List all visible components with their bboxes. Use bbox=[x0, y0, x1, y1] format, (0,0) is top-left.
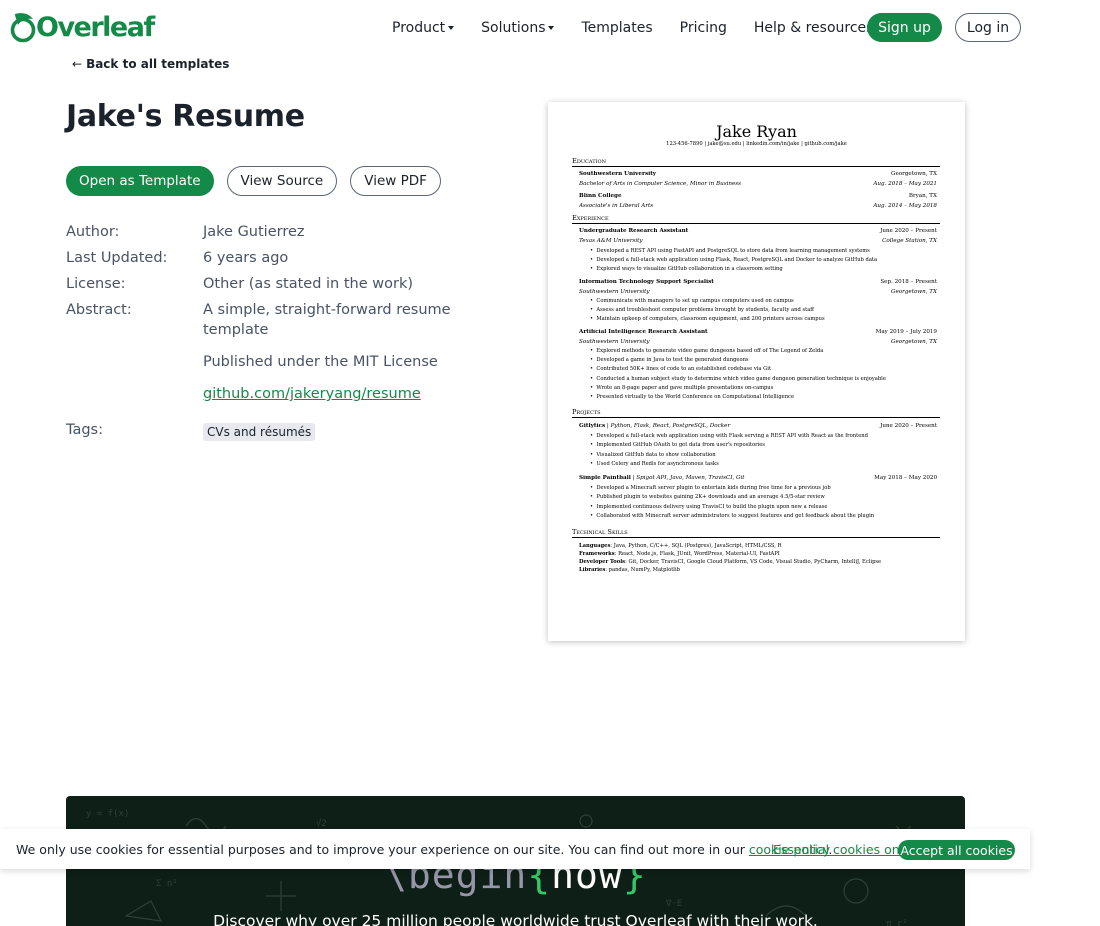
resume-edu-detail: Associate's in Liberal Arts Aug. 2014 – M… bbox=[579, 203, 937, 209]
resume-edu-row: Blinn College Bryan, TX bbox=[579, 193, 937, 199]
resume-skill-line: Languages: Java, Python, C/C++, SQL (Pos… bbox=[579, 543, 782, 549]
abstract-github-link[interactable]: github.com/jakeryang/resume bbox=[203, 386, 421, 402]
resume-bullet: • Contributed 50K+ lines of code to an e… bbox=[590, 366, 772, 372]
nav-templates[interactable]: Templates bbox=[581, 20, 652, 36]
cookie-message-text: We only use cookies for essential purpos… bbox=[16, 842, 749, 857]
resume-bullet: • Explored ways to visualize GitHub coll… bbox=[590, 266, 783, 272]
nav-pricing-label: Pricing bbox=[679, 20, 727, 36]
svg-text:∇·E: ∇·E bbox=[665, 899, 682, 909]
abstract-license-text: Published under the MIT License bbox=[203, 354, 438, 370]
resume-contact: 123-456-7890 | jake@su.edu | linkedin.co… bbox=[666, 141, 847, 147]
resume-skill-line: Developer Tools: Git, Docker, TravisCI, … bbox=[579, 559, 882, 565]
essential-cookies-link[interactable]: Essential cookies only bbox=[773, 842, 911, 857]
overleaf-wordmark: Overleaf bbox=[36, 11, 155, 43]
resume-edu-detail: Bachelor of Arts in Computer Science, Mi… bbox=[579, 181, 937, 187]
abstract-row: Abstract: A simple, straight-forward res… bbox=[66, 300, 486, 416]
open-as-template-button[interactable]: Open as Template bbox=[66, 166, 214, 196]
license-label: License: bbox=[66, 276, 126, 292]
resume-bullet: • Explored methods to generate video gam… bbox=[590, 348, 824, 354]
resume-skill-line: Frameworks: React, Node.js, Flask, JUnit… bbox=[579, 551, 780, 557]
resume-bullet: • Presented virtually to the World Confe… bbox=[590, 394, 795, 400]
page-title: Jake's Resume bbox=[66, 99, 305, 134]
resume-bullet: • Developed a full-stack web application… bbox=[590, 257, 878, 263]
accept-all-cookies-button[interactable]: Accept all cookies bbox=[898, 840, 1015, 860]
svg-text:√2: √2 bbox=[316, 818, 327, 829]
resume-section-experience: Experience bbox=[572, 214, 940, 224]
resume-bullet: • Developed a REST API using FastAPI and… bbox=[590, 248, 870, 254]
resume-bullet: • Developed a game in Java to test the g… bbox=[590, 357, 749, 363]
nav-help[interactable]: Help & resources bbox=[754, 20, 883, 36]
resume-bullet: • Communicate with managers to set up ca… bbox=[590, 298, 794, 304]
author-row: Author: Jake Gutierrez bbox=[66, 222, 486, 242]
resume-exp-row: Artificial Intelligence Research Assista… bbox=[579, 329, 937, 335]
back-link-label: Back to all templates bbox=[86, 57, 230, 71]
caret-down-icon bbox=[448, 26, 455, 30]
nav-solutions[interactable]: Solutions bbox=[481, 20, 555, 36]
nav-product[interactable]: Product bbox=[392, 20, 455, 36]
resume-name: Jake Ryan bbox=[716, 122, 797, 141]
signup-button[interactable]: Sign up bbox=[867, 13, 942, 42]
template-actions: Open as Template View Source View PDF bbox=[66, 166, 454, 196]
overleaf-logo[interactable]: Overleaf bbox=[9, 10, 155, 44]
template-metadata: Author: Jake Gutierrez Last Updated: 6 y… bbox=[66, 222, 486, 422]
resume-proj-row: Gitlytics | Python, Flask, React, Postgr… bbox=[579, 423, 937, 429]
banner-tagline: Discover why over 25 million people worl… bbox=[213, 912, 818, 926]
top-navbar: Overleaf Product Solutions Templates Pri… bbox=[0, 0, 1100, 56]
tags-row: Tags: CVs and résumés bbox=[66, 422, 316, 441]
login-button[interactable]: Log in bbox=[955, 13, 1021, 42]
license-value: Other (as stated in the work) bbox=[203, 276, 414, 292]
cookie-message: We only use cookies for essential purpos… bbox=[16, 842, 832, 857]
updated-value: 6 years ago bbox=[203, 250, 289, 266]
nav-help-label: Help & resources bbox=[753, 20, 874, 36]
nav-product-label: Product bbox=[392, 20, 446, 36]
view-source-button[interactable]: View Source bbox=[226, 166, 338, 196]
back-to-templates-link[interactable]: ← Back to all templates bbox=[72, 57, 229, 71]
abstract-value: A simple, straight-forward resume templa… bbox=[203, 300, 453, 416]
resume-bullet: • Used Celery and Redis for asynchronous… bbox=[590, 461, 719, 467]
resume-bullet: • Conducted a human subject study to det… bbox=[590, 376, 886, 382]
resume-bullet: • Developed a Minecraft server plugin to… bbox=[590, 485, 831, 491]
tags-label: Tags: bbox=[66, 422, 103, 438]
resume-edu-row: Southwestern University Georgetown, TX bbox=[579, 171, 937, 177]
resume-section-projects: Projects bbox=[572, 408, 940, 418]
resume-skill-line: Libraries: pandas, NumPy, Matplotlib bbox=[579, 567, 680, 573]
updated-row: Last Updated: 6 years ago bbox=[66, 248, 486, 268]
resume-section-skills: Technical Skills bbox=[572, 528, 940, 538]
resume-exp-org: Texas A&M University College Station, TX bbox=[579, 238, 937, 244]
cookie-banner: We only use cookies for essential purpos… bbox=[0, 829, 1030, 869]
template-preview[interactable]: Jake Ryan 123-456-7890 | jake@su.edu | l… bbox=[548, 102, 965, 641]
resume-section-education: Education bbox=[572, 157, 940, 167]
resume-bullet: • Implemented continuous delivery using … bbox=[590, 504, 828, 510]
resume-bullet: • Developed a full-stack web application… bbox=[590, 433, 868, 439]
resume-exp-org: Southwestern University Georgetown, TX bbox=[579, 289, 937, 295]
nav-templates-label: Templates bbox=[581, 20, 653, 36]
arrow-left-icon: ← bbox=[72, 57, 83, 71]
author-label: Author: bbox=[66, 224, 120, 240]
license-row: License: Other (as stated in the work) bbox=[66, 274, 486, 294]
resume-bullet: • Wrote an 8-page paper and gave multipl… bbox=[590, 385, 774, 391]
resume-bullet: • Collaborated with Minecraft server adm… bbox=[590, 513, 875, 519]
resume-bullet: • Assess and troubleshoot computer probl… bbox=[590, 307, 814, 313]
resume-proj-row: Simple Paintball | Spigot API, Java, Mav… bbox=[579, 475, 937, 481]
resume-bullet: • Maintain upkeep of computers, classroo… bbox=[590, 316, 825, 322]
resume-exp-row: Undergraduate Research Assistant June 202… bbox=[579, 228, 937, 234]
resume-exp-row: Information Technology Support Specialis… bbox=[579, 279, 937, 285]
abstract-text: A simple, straight-forward resume templa… bbox=[203, 302, 451, 338]
svg-text:y = f(x): y = f(x) bbox=[86, 809, 129, 819]
nav-pricing[interactable]: Pricing bbox=[680, 20, 727, 36]
tag-cvs-resumes[interactable]: CVs and résumés bbox=[203, 423, 316, 441]
resume-exp-org: Southwestern University Georgetown, TX bbox=[579, 339, 937, 345]
abstract-label: Abstract: bbox=[66, 302, 132, 318]
view-pdf-button[interactable]: View PDF bbox=[350, 166, 441, 196]
resume-bullet: • Visualized GitHub data to show collabo… bbox=[590, 452, 716, 458]
resume-bullet: • Published plugin to websites gaining 2… bbox=[590, 494, 825, 500]
author-value: Jake Gutierrez bbox=[203, 224, 305, 240]
updated-label: Last Updated: bbox=[66, 250, 168, 266]
nav-solutions-label: Solutions bbox=[481, 20, 546, 36]
overleaf-leaf-icon bbox=[10, 13, 36, 43]
svg-text:Σ n²: Σ n² bbox=[156, 879, 178, 889]
nav-menu: Product Solutions Templates Pricing Help… bbox=[392, 0, 909, 56]
caret-down-icon bbox=[548, 26, 555, 30]
resume-bullet: • Implemented GitHub OAuth to get data f… bbox=[590, 442, 765, 448]
